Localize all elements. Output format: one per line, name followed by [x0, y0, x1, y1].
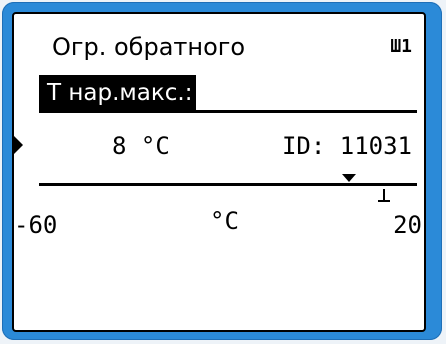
screen-title: Огр. обратного [52, 33, 246, 61]
lcd-display: Огр. обратного Ш1 Т нар.макс.: 8 °C ID: … [12, 12, 426, 332]
scale-unit-label: °C [210, 207, 239, 235]
current-value[interactable]: 8 °C [112, 131, 170, 161]
selection-pointer-icon [14, 134, 23, 156]
scale-max-label: 20 [393, 211, 422, 239]
parameter-label: Т нар.макс.: [39, 75, 197, 111]
limit-marker-icon [377, 189, 391, 202]
scale-bar[interactable] [39, 183, 417, 186]
scale-min-label: -60 [14, 211, 58, 239]
header-divider [39, 110, 417, 113]
parameter-id: ID: 11031 [281, 132, 412, 160]
current-value-marker-icon [342, 174, 356, 182]
circuit-indicator: Ш1 [390, 36, 412, 57]
